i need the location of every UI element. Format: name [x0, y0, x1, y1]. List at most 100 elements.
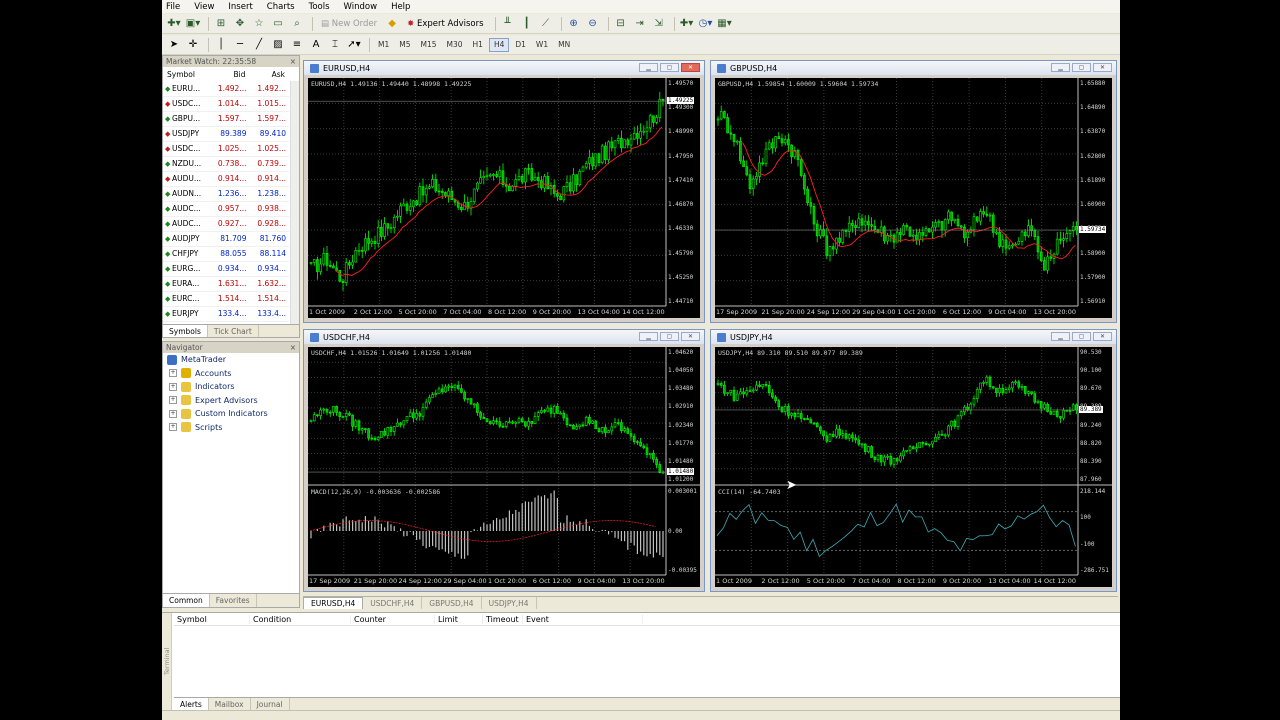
- timeframe-h1[interactable]: H1: [469, 38, 487, 52]
- navigator-root[interactable]: MetaTrader: [163, 353, 299, 367]
- chart-window-eurusd[interactable]: EURUSD,H4 ▁ ▢ ✕ EURUSD,H4 1.49136 1.49440 …: [303, 60, 705, 323]
- timeframe-m30[interactable]: M30: [443, 38, 467, 52]
- horizontal-line-icon[interactable]: ─: [232, 37, 248, 53]
- meta-editor-icon[interactable]: ◆: [384, 16, 400, 32]
- chart-area[interactable]: USDCHF,H4 1.01526 1.01649 1.01256 1.0148…: [308, 347, 700, 587]
- trendline-icon[interactable]: ╱: [251, 37, 267, 53]
- column-event[interactable]: Event: [523, 614, 643, 624]
- auto-scroll-icon[interactable]: ⇥: [632, 16, 648, 32]
- text-icon[interactable]: A: [308, 37, 324, 53]
- menu-view[interactable]: View: [194, 2, 214, 12]
- maximize-icon[interactable]: ▢: [660, 63, 679, 72]
- bar-chart-icon[interactable]: ╨: [500, 16, 516, 32]
- menu-insert[interactable]: Insert: [228, 2, 252, 12]
- table-row[interactable]: ◆ EURA... 1.631... 1.632...: [163, 276, 289, 292]
- table-row[interactable]: ◆ EURJPY 133.4... 133.4...: [163, 306, 289, 322]
- expand-icon[interactable]: +: [169, 423, 177, 432]
- maximize-icon[interactable]: ▢: [1072, 332, 1091, 341]
- expand-icon[interactable]: +: [169, 369, 177, 378]
- tile-windows-icon[interactable]: ⊟: [613, 16, 629, 32]
- column-symbol[interactable]: Symbol: [163, 67, 210, 81]
- column-limit[interactable]: Limit: [435, 614, 483, 624]
- menu-charts[interactable]: Charts: [267, 2, 295, 12]
- maximize-icon[interactable]: ▢: [660, 332, 679, 341]
- tab-usdchf-h4[interactable]: USDCHF,H4: [363, 597, 423, 609]
- timeframe-d1[interactable]: D1: [511, 38, 530, 52]
- table-row[interactable]: ◆ AUDN... 1.236... 1.238...: [163, 186, 289, 202]
- column-timeout[interactable]: Timeout: [483, 614, 523, 624]
- market-watch-icon[interactable]: ⊞: [213, 16, 229, 32]
- price-chart[interactable]: [308, 78, 700, 318]
- tab-alerts[interactable]: Alerts: [174, 698, 209, 710]
- chart-shift-icon[interactable]: ⇲: [651, 16, 667, 32]
- column-counter[interactable]: Counter: [351, 614, 435, 624]
- table-row[interactable]: ◆ GBPU... 1.597... 1.597...: [163, 111, 289, 127]
- navigator-item-expert-advisors[interactable]: + Expert Advisors: [163, 394, 299, 408]
- table-row[interactable]: ◆ USDJPY 89.389 89.410: [163, 126, 289, 142]
- navigator-item-accounts[interactable]: + Accounts: [163, 367, 299, 381]
- tab-tick-chart[interactable]: Tick Chart: [208, 325, 259, 337]
- column-ask[interactable]: Ask: [249, 67, 289, 81]
- periods-icon[interactable]: ◷▾: [698, 16, 714, 32]
- table-row[interactable]: ◆ AUDU... 0.914... 0.914...: [163, 171, 289, 187]
- market-watch-scrollbar[interactable]: [290, 81, 299, 324]
- navigator-icon[interactable]: ☆: [251, 16, 267, 32]
- chart-area[interactable]: EURUSD,H4 1.49136 1.49440 1.48998 1.4922…: [308, 78, 700, 318]
- zoom-in-icon[interactable]: ⊕: [566, 16, 582, 32]
- table-row[interactable]: ◆ USDC... 1.025... 1.025...: [163, 141, 289, 157]
- table-row[interactable]: ◆ EURU... 1.492... 1.492...: [163, 81, 289, 97]
- terminal-icon[interactable]: ▭: [270, 16, 286, 32]
- timeframe-h4[interactable]: H4: [488, 37, 510, 52]
- close-icon[interactable]: ✕: [1093, 332, 1112, 341]
- close-icon[interactable]: ✕: [681, 63, 700, 72]
- price-chart[interactable]: [715, 78, 1112, 318]
- tab-favorites[interactable]: Favorites: [210, 594, 257, 607]
- timeframe-w1[interactable]: W1: [532, 38, 552, 52]
- table-row[interactable]: ◆ AUDJPY 81.709 81.760: [163, 231, 289, 247]
- chart-area[interactable]: USDJPY,H4 89.310 89.510 89.077 89.389 90.…: [715, 347, 1112, 587]
- price-chart[interactable]: [308, 347, 700, 587]
- cursor-icon[interactable]: ➤: [166, 37, 182, 53]
- navigator-item-custom-indicators[interactable]: + Custom Indicators: [163, 407, 299, 421]
- vertical-line-icon[interactable]: │: [213, 37, 229, 53]
- navigator-item-scripts[interactable]: + Scripts: [163, 421, 299, 435]
- data-window-icon[interactable]: ✥: [232, 16, 248, 32]
- channel-icon[interactable]: ▨: [270, 37, 286, 53]
- chart-area[interactable]: GBPUSD,H4 1.59854 1.60009 1.59604 1.5973…: [715, 78, 1112, 318]
- timeframe-m15[interactable]: M15: [417, 38, 441, 52]
- column-condition[interactable]: Condition: [250, 614, 351, 624]
- templates-icon[interactable]: ▦▾: [717, 16, 733, 32]
- table-row[interactable]: ◆ AUDC... 0.927... 0.928...: [163, 216, 289, 232]
- expert-advisors-button[interactable]: ✸ Expert Advisors: [403, 16, 487, 32]
- price-chart[interactable]: [715, 347, 1112, 587]
- timeframe-m5[interactable]: M5: [395, 38, 414, 52]
- chart-window-usdchf[interactable]: USDCHF,H4 ▁ ▢ ✕ USDCHF,H4 1.01526 1.01649 …: [303, 329, 705, 592]
- close-icon[interactable]: ×: [290, 343, 296, 352]
- expand-icon[interactable]: +: [169, 409, 177, 418]
- table-row[interactable]: ◆ EURC... 1.514... 1.514...: [163, 291, 289, 307]
- menu-window[interactable]: Window: [344, 2, 378, 12]
- navigator-item-indicators[interactable]: + Indicators: [163, 380, 299, 394]
- table-row[interactable]: ◆ EURG... 0.934... 0.934...: [163, 261, 289, 277]
- table-row[interactable]: ◆ AUDC... 0.957... 0.938...: [163, 201, 289, 217]
- expand-icon[interactable]: +: [169, 396, 177, 405]
- profiles-icon[interactable]: ▣▾: [185, 16, 201, 32]
- close-icon[interactable]: ×: [290, 57, 296, 66]
- column-symbol[interactable]: Symbol: [174, 614, 250, 624]
- close-icon[interactable]: ✕: [681, 332, 700, 341]
- minimize-icon[interactable]: ▁: [1051, 63, 1070, 72]
- line-chart-icon[interactable]: ⟋: [538, 16, 554, 32]
- minimize-icon[interactable]: ▁: [639, 63, 658, 72]
- indicators-icon[interactable]: ✚▾: [679, 16, 695, 32]
- tab-mailbox[interactable]: Mailbox: [209, 698, 251, 710]
- menu-help[interactable]: Help: [391, 2, 410, 12]
- column-bid[interactable]: Bid: [210, 67, 250, 81]
- arrows-icon[interactable]: ➚▾: [346, 37, 362, 53]
- chart-window-usdjpy[interactable]: USDJPY,H4 ▁ ▢ ✕ USDJPY,H4 89.310 89.510 89…: [710, 329, 1117, 592]
- tab-eurusd-h4[interactable]: EURUSD,H4: [303, 597, 364, 609]
- tab-symbols[interactable]: Symbols: [163, 325, 208, 337]
- table-row[interactable]: ◆ CHFJPY 88.055 88.114: [163, 246, 289, 262]
- crosshair-icon[interactable]: ✛: [185, 37, 201, 53]
- new-chart-icon[interactable]: ✚▾: [166, 16, 182, 32]
- tab-common[interactable]: Common: [163, 594, 210, 607]
